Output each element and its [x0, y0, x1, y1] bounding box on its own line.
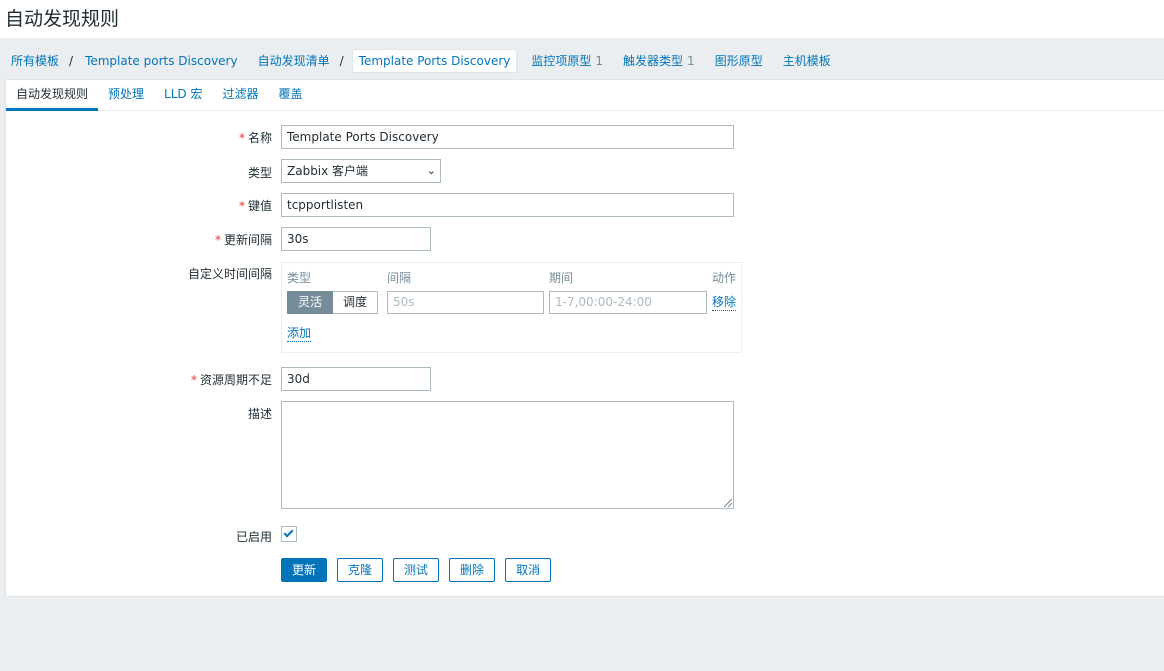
- breadcrumb-current-rule[interactable]: Template Ports Discovery: [351, 49, 518, 73]
- clone-button[interactable]: 克隆: [337, 558, 384, 582]
- tab-filters[interactable]: 过滤器: [212, 80, 268, 111]
- type-label: 类型: [247, 166, 272, 180]
- form-buttons: 更新 克隆 测试 删除 取消: [281, 558, 552, 582]
- name-label-text: 名称: [247, 131, 272, 145]
- breadcrumb-discovery-list[interactable]: 自动发现清单: [252, 50, 350, 72]
- chevron-down-icon: ⌄: [426, 164, 436, 177]
- period-input[interactable]: 1-7,00:00-24:00: [549, 291, 707, 314]
- enabled-label: 已启用: [235, 530, 272, 544]
- trigger-types-count: 1: [687, 54, 695, 68]
- lifetime-label: * 资源周期不足: [191, 371, 272, 388]
- breadcrumb-host-templates[interactable]: 主机模板: [777, 50, 837, 72]
- required-marker: *: [190, 373, 197, 387]
- interval-input[interactable]: 50s: [387, 291, 544, 314]
- description-label: 描述: [247, 407, 272, 421]
- breadcrumb-template[interactable]: Template ports Discovery: [79, 50, 244, 72]
- key-input[interactable]: tcpportlisten: [281, 193, 734, 217]
- trigger-types-label: 触发器类型: [623, 54, 684, 68]
- cancel-button[interactable]: 取消: [505, 558, 552, 582]
- tab-lld-macros[interactable]: LLD 宏: [154, 80, 212, 111]
- breadcrumb-all-templates[interactable]: 所有模板: [5, 50, 79, 72]
- enabled-checkbox[interactable]: [281, 526, 297, 542]
- breadcrumb: 所有模板 Template ports Discovery 自动发现清单 Tem…: [5, 48, 837, 74]
- required-marker: *: [238, 199, 245, 213]
- delete-button[interactable]: 删除: [449, 558, 496, 582]
- test-button[interactable]: 测试: [393, 558, 440, 582]
- resize-grip-icon[interactable]: [724, 499, 732, 507]
- tab-bar: 自动发现规则 预处理 LLD 宏 过滤器 覆盖: [6, 80, 1164, 111]
- add-interval-link[interactable]: 添加: [287, 326, 312, 342]
- column-header-interval: 间隔: [387, 271, 412, 285]
- lifetime-label-text: 资源周期不足: [199, 373, 272, 387]
- tab-preprocessing[interactable]: 预处理: [98, 80, 154, 111]
- form-container: 自动发现规则 预处理 LLD 宏 过滤器 覆盖 * 名称 Template Por…: [5, 79, 1164, 597]
- item-prototypes-label: 监控项原型: [531, 54, 592, 68]
- required-marker: *: [214, 233, 221, 247]
- item-prototypes-count: 1: [595, 54, 604, 68]
- required-marker: *: [238, 131, 245, 145]
- mode-scheduling-button[interactable]: 调度: [333, 291, 379, 314]
- remove-interval-link[interactable]: 移除: [712, 295, 737, 311]
- custom-intervals-label: 自定义时间间隔: [187, 267, 272, 281]
- update-interval-label-text: 更新间隔: [223, 233, 272, 247]
- page-title: 自动发现规则: [5, 8, 120, 30]
- type-select[interactable]: Zabbix 客户端 ⌄: [281, 159, 441, 183]
- update-interval-label: * 更新间隔: [215, 231, 272, 248]
- mode-flexible-button[interactable]: 灵活: [287, 291, 334, 314]
- column-header-period: 期间: [549, 271, 574, 285]
- breadcrumb-trigger-types[interactable]: 触发器类型 1: [617, 50, 701, 72]
- page-header: 自动发现规则: [0, 0, 1164, 38]
- key-label: * 键值: [239, 197, 272, 214]
- update-interval-input[interactable]: 30s: [281, 227, 431, 251]
- tab-discovery-rule[interactable]: 自动发现规则: [6, 80, 99, 111]
- breadcrumb-graph-prototypes[interactable]: 图形原型: [709, 50, 769, 72]
- description-textarea[interactable]: [281, 401, 734, 509]
- breadcrumb-item-prototypes[interactable]: 监控项原型 1: [525, 50, 609, 72]
- column-header-type: 类型: [287, 271, 312, 285]
- name-label: * 名称: [239, 129, 272, 146]
- interval-mode-toggle: 灵活 调度: [287, 291, 379, 314]
- tab-overrides[interactable]: 覆盖: [268, 80, 312, 111]
- custom-intervals-table: 类型 间隔 期间 动作 灵活 调度 50s 1-7,00:00-24:00 移除…: [281, 262, 742, 353]
- checkmark-icon: [283, 527, 294, 538]
- column-header-action: 动作: [712, 271, 737, 285]
- name-input[interactable]: Template Ports Discovery: [281, 125, 734, 149]
- type-select-value: Zabbix 客户端: [287, 164, 369, 178]
- lifetime-input[interactable]: 30d: [281, 367, 431, 391]
- key-label-text: 键值: [247, 199, 272, 213]
- update-button[interactable]: 更新: [281, 558, 328, 582]
